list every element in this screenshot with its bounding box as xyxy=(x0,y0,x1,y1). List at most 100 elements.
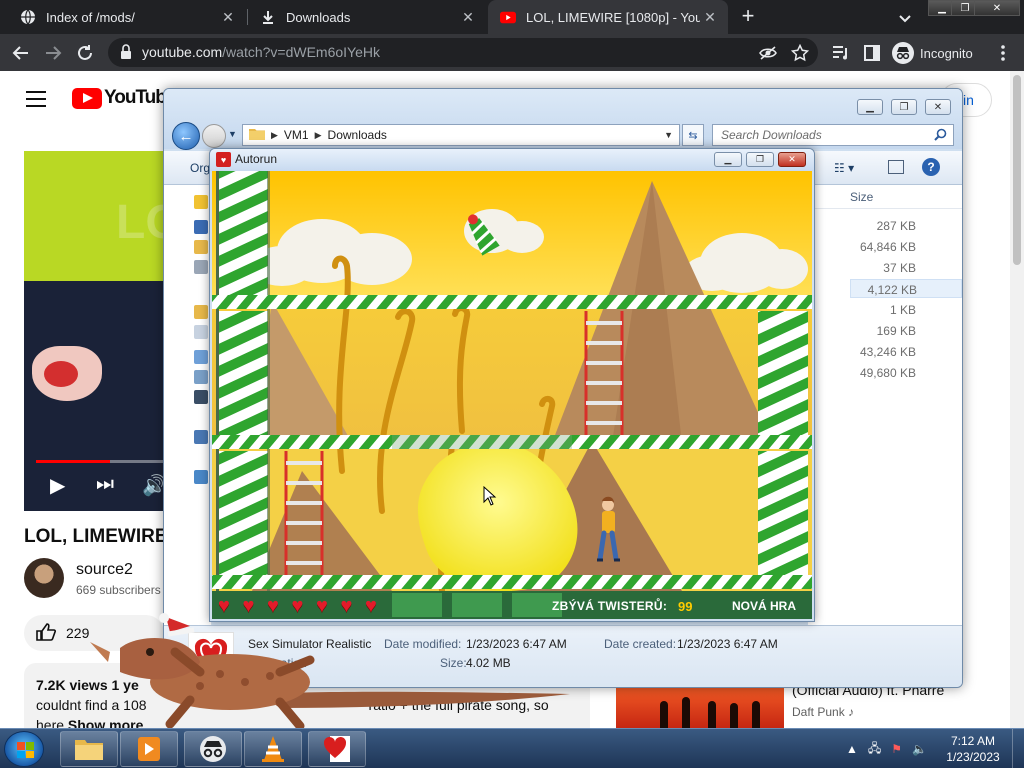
close-icon[interactable]: ✕ xyxy=(700,7,720,27)
game-canvas[interactable]: ♥ ♥ ♥ ♥ ♥ ♥ ♥ ZBÝVÁ TWISTERŮ: 99 NOVÁ HRA xyxy=(212,171,812,619)
network-icon[interactable] xyxy=(194,470,208,484)
documents-icon[interactable] xyxy=(194,325,208,339)
network-tray-icon[interactable]: 🖧 xyxy=(868,739,881,760)
action-center-icon[interactable]: ⚑ xyxy=(891,742,902,756)
breadcrumb-downloads[interactable]: Downloads xyxy=(328,128,387,142)
preview-pane-icon[interactable] xyxy=(888,160,904,174)
side-panel-icon[interactable] xyxy=(861,42,883,64)
system-tray: ▲ 🖧 ⚑ 🔈 xyxy=(846,739,927,759)
recent-places-icon[interactable] xyxy=(194,260,208,274)
tab-index-of-mods[interactable]: Index of /mods/ ✕ xyxy=(8,0,246,34)
recommended-channel-name: Daft Punk xyxy=(792,705,845,719)
date-created-value: 1/23/2023 6:47 AM xyxy=(677,637,778,651)
file-size-cell[interactable]: 37 KB xyxy=(883,258,916,277)
file-size-cell[interactable]: 64,846 KB xyxy=(860,237,916,256)
new-tab-button[interactable]: + xyxy=(736,5,760,29)
help-icon[interactable]: ? xyxy=(922,158,940,176)
chevron-down-icon[interactable] xyxy=(894,7,916,29)
tab-label: Downloads xyxy=(286,9,351,25)
back-button[interactable] xyxy=(10,42,32,64)
taskbar-chrome-incognito[interactable] xyxy=(184,731,242,767)
column-header-size[interactable]: Size xyxy=(808,185,962,209)
reload-button[interactable] xyxy=(74,42,96,64)
explorer-minimize-button[interactable]: ▁ xyxy=(857,99,883,115)
file-size-cell[interactable]: 169 KB xyxy=(877,321,916,340)
taskbar-autorun-app[interactable] xyxy=(308,731,366,767)
explorer-close-button[interactable]: ✕ xyxy=(925,99,951,115)
favorites-star-icon[interactable] xyxy=(194,195,208,209)
tray-expand-icon[interactable]: ▲ xyxy=(846,742,858,756)
show-desktop-button[interactable] xyxy=(1012,729,1024,768)
breadcrumb-vm1[interactable]: VM1 xyxy=(284,128,309,142)
youtube-icon xyxy=(500,9,516,25)
date-created-label: Date created: xyxy=(604,637,677,651)
taskbar-explorer[interactable] xyxy=(60,731,118,767)
explorer-titlebar: ▁ ❐ ✕ ← ▼ ▶ VM1 ▶ Downloads ▼ ⇆ Search D… xyxy=(164,89,962,150)
file-size-cell[interactable]: 4,122 KB xyxy=(850,279,962,298)
chevron-down-icon[interactable]: ▼ xyxy=(228,129,237,139)
video-frame-mouth xyxy=(44,361,78,387)
autorun-titlebar: ♥ Autorun ▁ ❐ ✕ xyxy=(210,149,814,171)
address-bar[interactable]: youtube.com/watch?v=dWEm6oIYeHk xyxy=(108,38,818,67)
video-progress-fill xyxy=(36,460,110,463)
url-text: youtube.com/watch?v=dWEm6oIYeHk xyxy=(142,44,380,60)
chevron-down-icon[interactable]: ▼ xyxy=(664,130,673,140)
mouse-cursor-icon xyxy=(483,485,497,511)
video-player[interactable]: LO ▶ ⏭ 🔊 xyxy=(24,151,174,511)
downloads-folder-icon[interactable] xyxy=(194,240,208,254)
star-icon[interactable] xyxy=(790,43,810,63)
channel-avatar[interactable] xyxy=(24,558,64,598)
explorer-address-bar[interactable]: ▶ VM1 ▶ Downloads ▼ xyxy=(242,124,680,146)
file-size-cell[interactable]: 49,680 KB xyxy=(860,363,916,382)
file-size-cell[interactable]: 1 KB xyxy=(890,300,916,319)
videos-icon[interactable] xyxy=(194,390,208,404)
computer-icon[interactable] xyxy=(194,430,208,444)
view-options-icon[interactable]: ☷ ▾ xyxy=(834,161,854,175)
explorer-search-input[interactable]: Search Downloads xyxy=(712,124,954,146)
tab-downloads[interactable]: Downloads ✕ xyxy=(248,0,486,34)
explorer-refresh-button[interactable]: ⇆ xyxy=(682,124,704,146)
close-icon[interactable]: ✕ xyxy=(218,7,238,27)
autorun-maximize-button[interactable]: ❐ xyxy=(746,152,774,167)
explorer-back-button[interactable]: ← xyxy=(172,122,200,150)
more-vert-icon[interactable] xyxy=(992,42,1014,64)
autorun-minimize-button[interactable]: ▁ xyxy=(714,152,742,167)
media-control-icon[interactable] xyxy=(830,42,852,64)
breadcrumb-separator: ▶ xyxy=(314,129,322,140)
organize-menu[interactable]: Org xyxy=(190,161,210,175)
taskbar-vlc[interactable] xyxy=(244,731,302,767)
next-icon[interactable]: ⏭ xyxy=(96,473,114,496)
folder-icon xyxy=(75,740,103,760)
page-scrollbar[interactable] xyxy=(1010,71,1024,728)
scrollbar-thumb[interactable] xyxy=(1013,75,1021,265)
video-progress-bar[interactable] xyxy=(36,460,174,463)
incognito-profile-button[interactable]: Incognito xyxy=(892,40,973,66)
close-window-button[interactable]: ✕ xyxy=(974,0,1020,16)
desktop-icon[interactable] xyxy=(194,220,208,234)
eye-off-icon[interactable] xyxy=(758,43,778,63)
taskbar-media-player[interactable] xyxy=(120,731,178,767)
menu-icon[interactable] xyxy=(26,91,46,107)
youtube-logo[interactable]: YouTube xyxy=(72,87,176,109)
channel-name[interactable]: source2 xyxy=(76,561,133,579)
volume-tray-icon[interactable]: 🔈 xyxy=(912,742,927,756)
new-game-button[interactable]: NOVÁ HRA xyxy=(732,599,796,613)
start-button[interactable] xyxy=(4,731,44,767)
libraries-icon[interactable] xyxy=(194,305,208,319)
close-icon[interactable]: ✕ xyxy=(458,7,478,27)
music-icon[interactable] xyxy=(194,350,208,364)
taskbar-clock[interactable]: 7:12 AM 1/23/2023 xyxy=(940,733,1006,765)
explorer-maximize-button[interactable]: ❐ xyxy=(891,99,917,115)
search-icon[interactable] xyxy=(934,128,947,146)
play-icon[interactable]: ▶ xyxy=(50,473,65,498)
pictures-icon[interactable] xyxy=(194,370,208,384)
recommended-channel[interactable]: Daft Punk ♪ xyxy=(792,705,854,719)
file-size-cell[interactable]: 43,246 KB xyxy=(860,342,916,361)
explorer-forward-button[interactable] xyxy=(202,124,226,148)
tab-youtube[interactable]: LOL, LIMEWIRE [1080p] - YouTube ✕ xyxy=(488,0,728,34)
incognito-icon xyxy=(200,736,226,762)
forward-button[interactable] xyxy=(42,42,64,64)
app-heart-icon: ♥ xyxy=(216,152,231,167)
file-size-cell[interactable]: 287 KB xyxy=(877,216,916,235)
autorun-close-button[interactable]: ✕ xyxy=(778,152,806,167)
